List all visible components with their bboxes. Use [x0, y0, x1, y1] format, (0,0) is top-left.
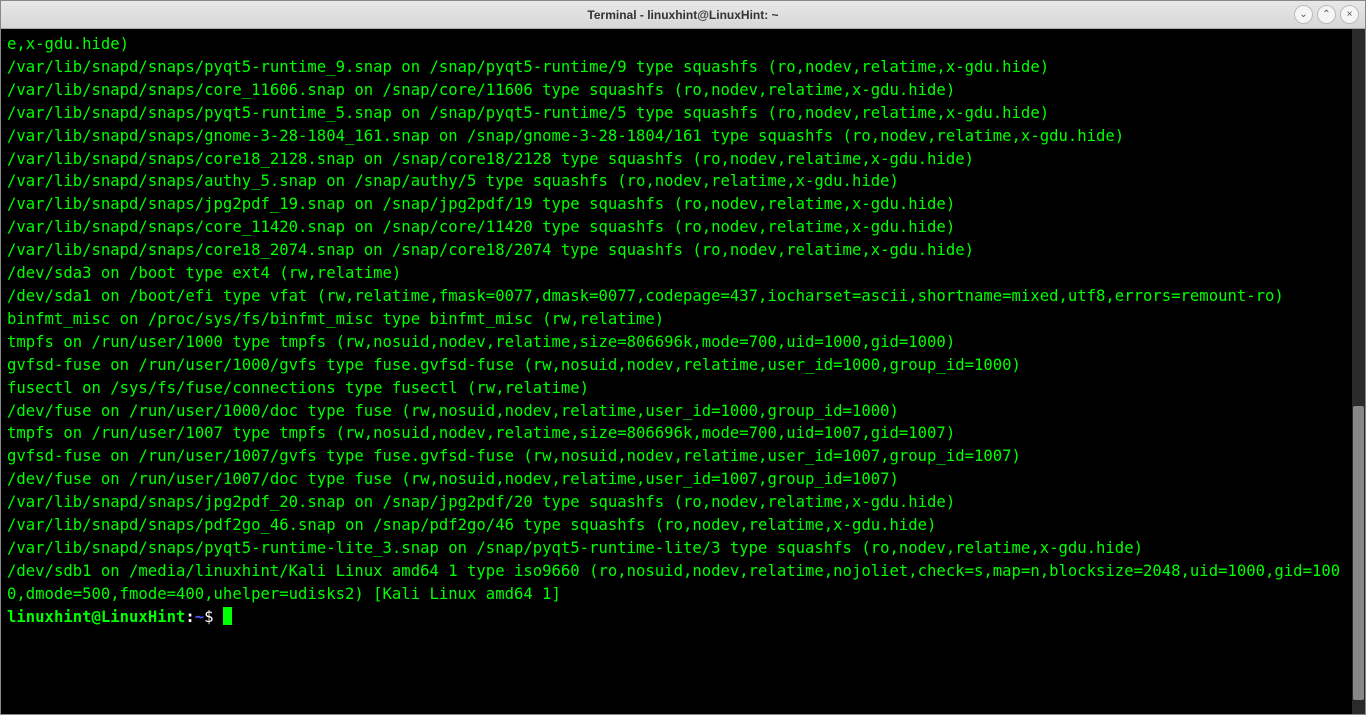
prompt-line[interactable]: linuxhint@LinuxHint:~$ — [7, 606, 1351, 629]
terminal-line: /var/lib/snapd/snaps/core_11606.snap on … — [7, 79, 1351, 102]
terminal-line: /var/lib/snapd/snaps/pyqt5-runtime-lite_… — [7, 537, 1351, 560]
terminal-line: /var/lib/snapd/snaps/jpg2pdf_20.snap on … — [7, 491, 1351, 514]
terminal-line: /dev/fuse on /run/user/1000/doc type fus… — [7, 400, 1351, 423]
terminal-line: e,x-gdu.hide) — [7, 33, 1351, 56]
terminal-line: /dev/sdb1 on /media/linuxhint/Kali Linux… — [7, 560, 1351, 606]
maximize-button[interactable]: ⌃ — [1317, 5, 1336, 24]
window-title: Terminal - linuxhint@LinuxHint: ~ — [587, 8, 778, 22]
terminal-line: /dev/fuse on /run/user/1007/doc type fus… — [7, 468, 1351, 491]
close-icon: × — [1347, 10, 1353, 20]
prompt-separator: : — [185, 608, 194, 626]
minimize-button[interactable]: ⌄ — [1294, 5, 1313, 24]
window-controls: ⌄ ⌃ × — [1294, 5, 1359, 24]
terminal-line: /var/lib/snapd/snaps/core18_2074.snap on… — [7, 239, 1351, 262]
prompt-path: ~ — [195, 608, 204, 626]
close-button[interactable]: × — [1340, 5, 1359, 24]
terminal-line: gvfsd-fuse on /run/user/1007/gvfs type f… — [7, 445, 1351, 468]
terminal-line: /dev/sda1 on /boot/efi type vfat (rw,rel… — [7, 285, 1351, 308]
terminal-line: /var/lib/snapd/snaps/pdf2go_46.snap on /… — [7, 514, 1351, 537]
terminal-line: /var/lib/snapd/snaps/authy_5.snap on /sn… — [7, 170, 1351, 193]
terminal-line: gvfsd-fuse on /run/user/1000/gvfs type f… — [7, 354, 1351, 377]
terminal-window: Terminal - linuxhint@LinuxHint: ~ ⌄ ⌃ × … — [0, 0, 1366, 715]
maximize-icon: ⌃ — [1322, 10, 1330, 20]
minimize-icon: ⌄ — [1299, 10, 1307, 20]
terminal-line: /var/lib/snapd/snaps/core18_2128.snap on… — [7, 148, 1351, 171]
terminal-body[interactable]: e,x-gdu.hide)/var/lib/snapd/snaps/pyqt5-… — [1, 29, 1365, 714]
terminal-line: /var/lib/snapd/snaps/jpg2pdf_19.snap on … — [7, 193, 1351, 216]
terminal-line: fusectl on /sys/fs/fuse/connections type… — [7, 377, 1351, 400]
terminal-line: /var/lib/snapd/snaps/core_11420.snap on … — [7, 216, 1351, 239]
titlebar[interactable]: Terminal - linuxhint@LinuxHint: ~ ⌄ ⌃ × — [1, 1, 1365, 29]
prompt-user-host: linuxhint@LinuxHint — [7, 608, 185, 626]
prompt-dollar: $ — [204, 608, 223, 626]
terminal-line: /dev/sda3 on /boot type ext4 (rw,relatim… — [7, 262, 1351, 285]
scrollbar[interactable] — [1352, 29, 1365, 714]
terminal-line: /var/lib/snapd/snaps/pyqt5-runtime_9.sna… — [7, 56, 1351, 79]
terminal-line: binfmt_misc on /proc/sys/fs/binfmt_misc … — [7, 308, 1351, 331]
terminal-line: tmpfs on /run/user/1007 type tmpfs (rw,n… — [7, 422, 1351, 445]
terminal-line: tmpfs on /run/user/1000 type tmpfs (rw,n… — [7, 331, 1351, 354]
cursor — [223, 607, 232, 625]
terminal-line: /var/lib/snapd/snaps/pyqt5-runtime_5.sna… — [7, 102, 1351, 125]
scrollbar-thumb[interactable] — [1353, 406, 1364, 701]
terminal-content[interactable]: e,x-gdu.hide)/var/lib/snapd/snaps/pyqt5-… — [7, 33, 1351, 710]
terminal-line: /var/lib/snapd/snaps/gnome-3-28-1804_161… — [7, 125, 1351, 148]
